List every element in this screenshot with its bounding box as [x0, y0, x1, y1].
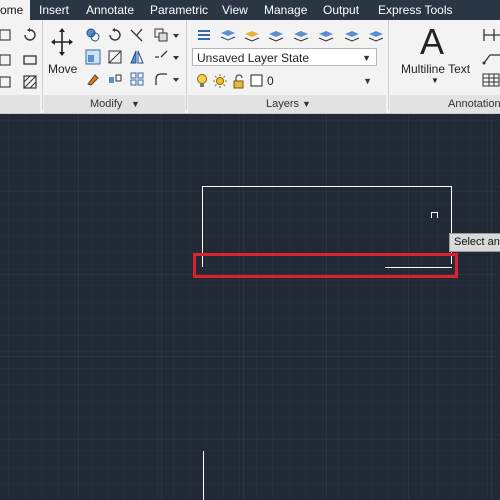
modify-panel-title[interactable]: Modify [90, 97, 122, 111]
erase-icon[interactable] [85, 71, 101, 87]
tab-insert[interactable]: Insert [39, 0, 69, 20]
undo-arc-icon[interactable] [22, 27, 38, 43]
draw-panel-title-bar [0, 95, 40, 113]
dropdown-arrow-icon-3[interactable] [172, 71, 180, 87]
annotation-panel-title[interactable]: Annotation [448, 97, 500, 111]
current-layer-dropdown[interactable]: 0 ▼ [263, 72, 377, 90]
hatch-tool-icon[interactable] [22, 74, 38, 90]
dimension-icon[interactable] [482, 27, 500, 43]
layer-state-dropdown[interactable]: Unsaved Layer State ▼ [192, 48, 377, 66]
layer-states-icon[interactable] [220, 27, 236, 43]
unlock-icon[interactable] [230, 73, 246, 89]
move-icon[interactable] [50, 27, 74, 57]
draw-tool-icon-3[interactable] [0, 74, 16, 90]
rectangle-tool-icon[interactable] [22, 52, 38, 68]
sun-icon[interactable] [212, 73, 228, 89]
layer-state-value: Unsaved Layer State [197, 51, 310, 65]
panel-divider [42, 20, 43, 110]
leader-icon[interactable] [482, 49, 500, 65]
grid-and-drawing [0, 114, 500, 500]
rotate-icon[interactable] [107, 27, 123, 43]
mirror-icon[interactable] [129, 49, 145, 65]
multiline-text-icon[interactable]: A [420, 22, 444, 62]
fillet-icon[interactable] [153, 49, 169, 65]
draw-tool-icon-2[interactable] [0, 52, 16, 68]
copy-objects-icon[interactable] [153, 27, 169, 43]
dropdown-arrow-icon[interactable] [172, 27, 180, 43]
highlight-box [193, 253, 458, 278]
scale-icon[interactable] [107, 49, 123, 65]
tab-parametric[interactable]: Parametric [150, 0, 208, 20]
tab-manage[interactable]: Manage [264, 0, 307, 20]
move-label: Move [48, 62, 78, 76]
layer-lock-icon[interactable] [318, 27, 334, 43]
layer-merge-icon[interactable] [368, 27, 384, 43]
dropdown-arrow-icon-2[interactable] [172, 49, 180, 65]
layers-panel-title[interactable]: Layers [266, 97, 299, 111]
panel-divider-2 [186, 20, 187, 110]
layer-properties-icon[interactable] [196, 27, 212, 43]
tab-express-tools[interactable]: Express Tools [378, 0, 452, 20]
drawing-canvas[interactable] [0, 114, 500, 500]
layer-walk-icon[interactable] [344, 27, 360, 43]
multiline-text-dropdown-icon[interactable]: ▼ [431, 76, 439, 85]
layer-freeze-icon[interactable] [268, 27, 284, 43]
current-layer-value: 0 [267, 74, 274, 88]
multiline-text-label[interactable]: Multiline Text [401, 62, 470, 76]
tab-view[interactable]: View [222, 0, 248, 20]
chevron-down-icon: ▼ [362, 53, 371, 63]
command-tooltip: Select an [449, 233, 500, 252]
ribbon-tab-bar: ome Insert Annotate Parametric View Mana… [0, 0, 500, 20]
layers-panel-expand-icon[interactable]: ▼ [302, 97, 311, 111]
copy-icon[interactable] [85, 27, 101, 43]
rect-array-icon[interactable] [129, 71, 145, 87]
tab-home[interactable]: ome [0, 0, 30, 20]
chamfer-icon[interactable] [153, 71, 169, 87]
array-icon[interactable] [107, 71, 123, 87]
layer-off-icon[interactable] [293, 27, 309, 43]
lightbulb-icon[interactable] [194, 73, 210, 89]
panel-divider-3 [388, 20, 389, 110]
draw-tool-icon[interactable] [0, 27, 16, 43]
tab-output[interactable]: Output [323, 0, 359, 20]
chevron-down-icon-2: ▼ [363, 76, 372, 86]
tab-annotate[interactable]: Annotate [86, 0, 134, 20]
stretch-icon[interactable] [85, 49, 101, 65]
table-icon[interactable] [482, 72, 500, 88]
modify-panel-expand-icon[interactable]: ▼ [131, 97, 140, 111]
trim-icon[interactable] [129, 27, 145, 43]
layer-isolate-icon[interactable] [244, 27, 260, 43]
